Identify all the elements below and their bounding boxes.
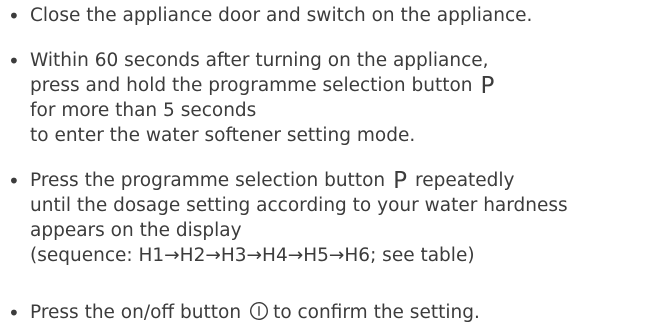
step-2-line-4: to enter the water softener setting mode… <box>30 125 416 146</box>
step-3-line-3: appears on the display <box>30 220 242 241</box>
bullet: • <box>8 169 20 193</box>
step-4-line-1: Press the on/off button to confirm the se… <box>30 301 480 325</box>
bullet: • <box>8 301 20 325</box>
step-2-line-3: for more than 5 seconds <box>30 100 257 121</box>
step-4-line-1-text: Press the on/off button <box>30 302 242 323</box>
bullet: • <box>8 4 20 28</box>
program-button-icon: P <box>480 73 495 99</box>
step-2-line-2-text: press and hold the programme selection b… <box>30 75 473 96</box>
bullet: • <box>8 49 20 73</box>
power-button-icon <box>249 301 269 328</box>
step-2-line-1: Within 60 seconds after turning on the a… <box>30 50 489 71</box>
step-3-line-4: (sequence: H1→H2→H3→H4→H5→H6; see table) <box>30 245 475 266</box>
step-2-line-2: press and hold the programme selection b… <box>30 74 494 98</box>
step-3-line-1-end: repeatedly <box>415 170 515 191</box>
program-button-icon: P <box>393 168 407 194</box>
step-3-line-1-text: Press the programme selection button <box>30 170 386 191</box>
step-4-line-1-end: to confirm the setting. <box>273 302 480 323</box>
step-3-line-2: until the dosage setting according to yo… <box>30 195 568 216</box>
step-1-line-1: Close the appliance door and switch on t… <box>30 5 533 26</box>
step-3-line-1: Press the programme selection button Prep… <box>30 169 515 193</box>
